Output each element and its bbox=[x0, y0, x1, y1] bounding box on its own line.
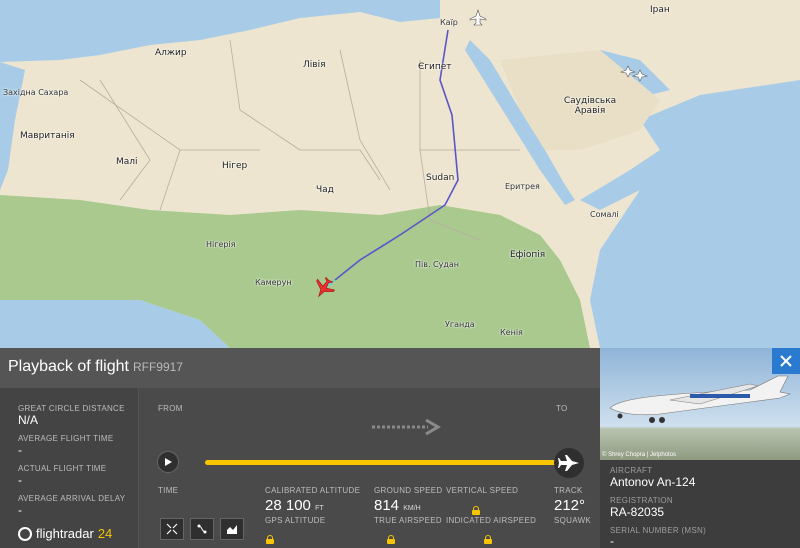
stat-value: N/A bbox=[18, 413, 39, 427]
stat-label: AVERAGE FLIGHT TIME bbox=[18, 434, 114, 443]
altitude-unit: FT bbox=[315, 505, 324, 512]
stat-avg-flight-time: AVERAGE FLIGHT TIME - bbox=[18, 434, 114, 457]
map-label-mali: Малі bbox=[116, 157, 138, 167]
aircraft-label: AIRCRAFT bbox=[610, 466, 653, 475]
playback-header: Playback of flight RFF9917 bbox=[0, 348, 600, 388]
playback-slider[interactable] bbox=[205, 460, 560, 465]
serial-value: - bbox=[610, 534, 614, 548]
aircraft-value: Antonov An-124 bbox=[610, 475, 696, 489]
playback-handle[interactable] bbox=[554, 448, 584, 478]
map-label-cameroon: Камерун bbox=[255, 278, 292, 287]
map-label-chad: Чад bbox=[316, 185, 334, 195]
time-label: TIME bbox=[158, 486, 179, 495]
map-label-libya: Лівія bbox=[303, 60, 326, 70]
close-button[interactable] bbox=[772, 348, 800, 374]
vertical-speed-label: VERTICAL SPEED bbox=[446, 486, 519, 495]
map-label-niger: Нігер bbox=[222, 161, 248, 171]
play-icon bbox=[165, 458, 172, 466]
stat-label: GREAT CIRCLE DISTANCE bbox=[18, 404, 125, 413]
map-label-uganda: Уганда bbox=[445, 320, 475, 329]
ground-speed-value: 814 KM/H bbox=[374, 497, 421, 514]
map-label-saudi: Саудівська Аравія bbox=[563, 96, 617, 116]
ground-speed-unit: KM/H bbox=[403, 505, 421, 512]
graph-toggle-button[interactable] bbox=[220, 518, 244, 540]
true-airspeed-label: TRUE AIRSPEED bbox=[374, 516, 442, 525]
stat-label: AVERAGE ARRIVAL DELAY bbox=[18, 494, 126, 503]
squawk-label: SQUAWK bbox=[554, 516, 592, 525]
photo-credit: © Shrey Chopra | Jetphotos bbox=[602, 452, 677, 458]
calibrated-altitude-label: CALIBRATED ALTITUDE bbox=[265, 486, 361, 495]
map-label-ethiopia: Ефіопія bbox=[510, 250, 546, 260]
gps-altitude-lock-icon bbox=[266, 535, 274, 544]
map-label-iran: Іран bbox=[650, 5, 670, 15]
map-label-western-sahara: Західна Сахара bbox=[3, 88, 69, 97]
logo-icon bbox=[18, 526, 32, 541]
stat-great-circle: GREAT CIRCLE DISTANCE N/A bbox=[18, 404, 125, 427]
map-background bbox=[0, 0, 800, 348]
stat-label: ACTUAL FLIGHT TIME bbox=[18, 464, 107, 473]
to-label: TO bbox=[556, 404, 568, 413]
stat-actual-flight-time: ACTUAL FLIGHT TIME - bbox=[18, 464, 106, 487]
stat-value: - bbox=[18, 473, 22, 487]
map-label-egypt: Єгипет bbox=[418, 62, 452, 72]
gps-altitude-label: GPS ALTITUDE bbox=[265, 516, 326, 525]
map-label-sudan: Sudan bbox=[426, 173, 455, 183]
logo-text: flightradar bbox=[36, 526, 94, 541]
true-airspeed-lock-icon bbox=[387, 535, 396, 544]
direction-arrow-icon bbox=[372, 418, 441, 436]
registration-value: RA-82035 bbox=[610, 505, 665, 519]
stat-avg-arrival-delay: AVERAGE ARRIVAL DELAY - bbox=[18, 494, 125, 517]
aircraft-photo: © Shrey Chopra | Jetphotos bbox=[600, 348, 800, 460]
map-label-south-sudan: Пів. Судан bbox=[415, 260, 460, 269]
ground-speed-label: GROUND SPEED bbox=[374, 486, 443, 495]
ground-speed-number: 814 bbox=[374, 497, 400, 514]
playback-title-text: Playback of flight bbox=[8, 358, 129, 375]
fit-view-button[interactable] bbox=[160, 518, 184, 540]
logo-suffix: 24 bbox=[97, 526, 113, 541]
map-label-somalia: Сомалі bbox=[590, 210, 619, 219]
indicated-airspeed-lock-icon bbox=[484, 535, 493, 544]
close-icon bbox=[780, 355, 792, 367]
from-label: FROM bbox=[158, 404, 183, 413]
flightradar-logo[interactable]: flightradar 24 bbox=[18, 526, 112, 541]
indicated-airspeed-label: INDICATED AIRSPEED bbox=[446, 516, 537, 525]
flight-callsign: RFF9917 bbox=[132, 360, 183, 374]
expand-icon bbox=[166, 523, 178, 535]
map-label-kenya: Кенія bbox=[500, 328, 523, 337]
map-label-algeria: Алжир bbox=[155, 48, 187, 58]
flight-stats: GREAT CIRCLE DISTANCE N/A AVERAGE FLIGHT… bbox=[0, 388, 139, 548]
map-label-nigeria: Нігерія bbox=[206, 240, 236, 249]
chart-icon bbox=[227, 525, 237, 534]
airplane-icon bbox=[558, 455, 579, 471]
altitude-number: 28 100 bbox=[265, 497, 311, 514]
registration-label: REGISTRATION bbox=[610, 496, 674, 505]
stat-value: - bbox=[18, 503, 22, 517]
map-label-cairo: Каїр bbox=[440, 18, 458, 27]
route-icon bbox=[197, 524, 207, 534]
play-button[interactable] bbox=[157, 451, 179, 473]
playback-title: Playback of flight RFF9917 bbox=[8, 358, 183, 376]
map-label-eritrea: Еритрея bbox=[505, 182, 540, 191]
track-value: 212° bbox=[554, 497, 586, 514]
map-label-mauritania: Мавританія bbox=[20, 131, 75, 141]
track-label: TRACK bbox=[554, 486, 583, 495]
calibrated-altitude-value: 28 100 FT bbox=[265, 497, 324, 514]
serial-label: SERIAL NUMBER (MSN) bbox=[610, 526, 707, 535]
flight-map[interactable]: Іран Алжир Лівія Єгипет Саудівська Араві… bbox=[0, 0, 800, 348]
route-toggle-button[interactable] bbox=[190, 518, 214, 540]
aircraft-info-panel: © Shrey Chopra | Jetphotos AIRCRAFT Anto… bbox=[600, 348, 800, 548]
stat-value: - bbox=[18, 443, 22, 457]
aircraft-image bbox=[609, 375, 792, 423]
vertical-speed-lock-icon bbox=[471, 506, 480, 515]
